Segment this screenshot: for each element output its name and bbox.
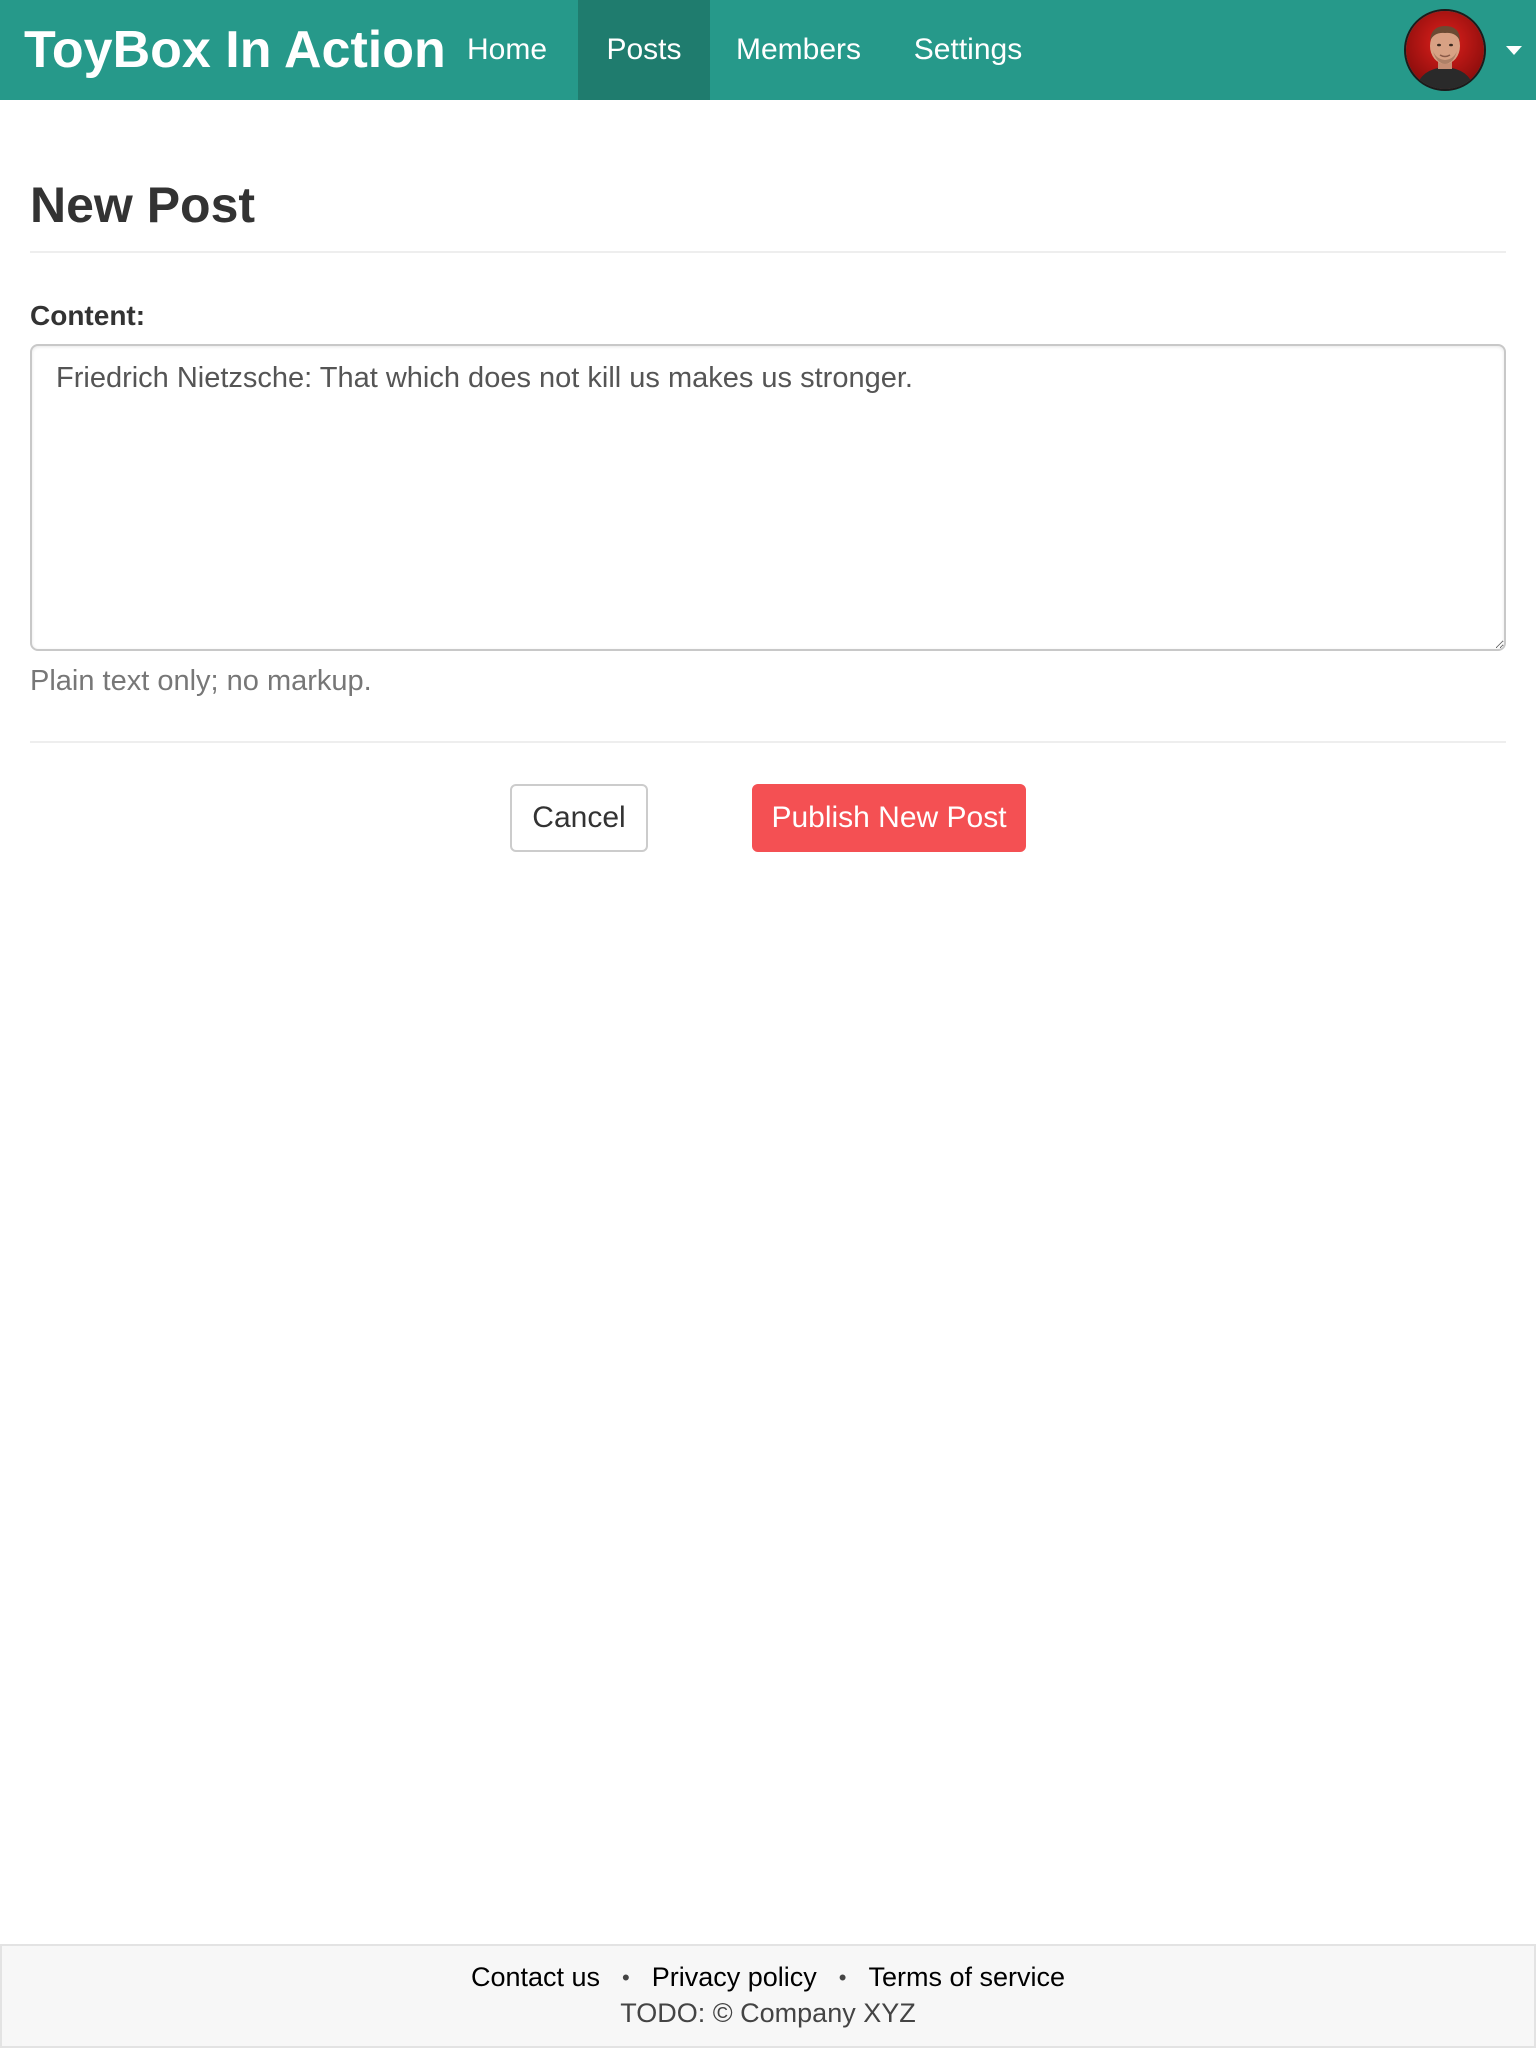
- footer-separator: •: [838, 1964, 847, 1990]
- footer-separator: •: [622, 1964, 630, 1990]
- brand-title[interactable]: ToyBox In Action: [0, 0, 446, 100]
- title-divider: [30, 251, 1506, 253]
- nav-members[interactable]: Members: [710, 0, 887, 100]
- content-textarea[interactable]: Friedrich Nietzsche: That which does not…: [30, 344, 1506, 651]
- content-label: Content:: [30, 300, 146, 331]
- user-menu[interactable]: [1404, 0, 1536, 100]
- user-avatar-icon[interactable]: [1404, 9, 1486, 91]
- top-navbar: ToyBox In Action Home Posts Members Sett…: [0, 0, 1536, 100]
- navbar-spacer: [1049, 0, 1404, 100]
- footer: Contact us • Privacy policy • Terms of s…: [0, 1944, 1536, 2048]
- footer-link-terms[interactable]: Terms of service: [868, 1962, 1065, 1993]
- footer-links: Contact us • Privacy policy • Terms of s…: [2, 1962, 1534, 1993]
- actions-divider: [30, 741, 1506, 743]
- footer-copyright: TODO: © Company XYZ: [620, 1998, 916, 2028]
- footer-link-privacy[interactable]: Privacy policy: [652, 1962, 817, 1993]
- caret-down-icon[interactable]: [1506, 45, 1522, 55]
- nav-settings[interactable]: Settings: [887, 0, 1049, 100]
- publish-new-post-button[interactable]: Publish New Post: [752, 784, 1026, 852]
- page-title: New Post: [30, 177, 256, 233]
- content-help-text: Plain text only; no markup.: [30, 665, 372, 697]
- cancel-button[interactable]: Cancel: [510, 784, 648, 852]
- nav-posts[interactable]: Posts: [578, 0, 710, 100]
- nav-home[interactable]: Home: [436, 0, 578, 100]
- footer-link-contact[interactable]: Contact us: [471, 1962, 600, 1993]
